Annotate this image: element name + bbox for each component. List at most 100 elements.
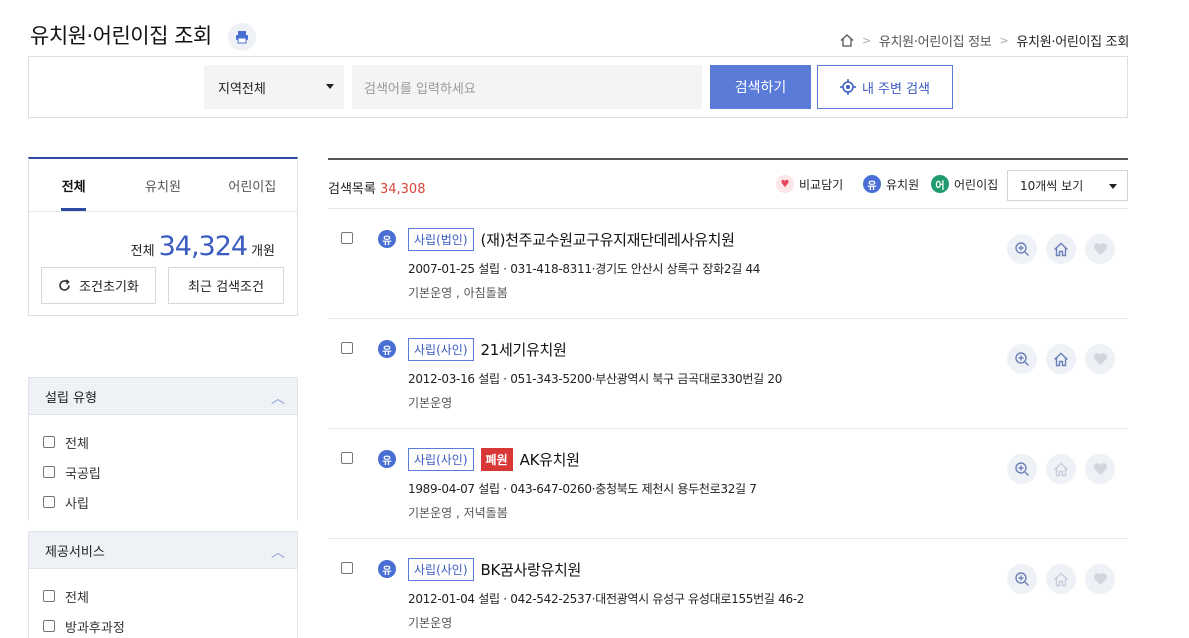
filter-header[interactable]: 설립 유형 ︿ (28, 377, 298, 415)
option-label: 방과후과정 (65, 620, 125, 636)
reset-label: 조건초기화 (79, 280, 139, 295)
facility-name[interactable]: (재)천주교수원교구유지재단데레사유치원 (481, 229, 735, 250)
daycare-icon: 어 (931, 175, 949, 193)
filter-option[interactable]: 전체 (43, 581, 283, 611)
filter-header[interactable]: 제공서비스 ︿ (28, 531, 298, 569)
near-search-button[interactable]: 내 주변 검색 (817, 65, 953, 109)
kindergarten-label: 유치원 (886, 177, 920, 192)
checkbox[interactable] (43, 466, 55, 478)
search-button[interactable]: 검색하기 (710, 65, 811, 109)
kindergarten-icon: 유 (378, 340, 396, 358)
homepage-button[interactable] (1046, 234, 1076, 264)
search-bar: 지역전체 검색어를 입력하세요 검색하기 내 주변 검색 (28, 56, 1128, 118)
homepage-button[interactable] (1046, 344, 1076, 374)
caret-down-icon (1109, 184, 1117, 189)
kindergarten-icon: 유 (378, 230, 396, 248)
closed-badge: 폐원 (480, 448, 513, 471)
facility-meta: 1989-04-07 설립 · 043-647-0260·충청북도 제천시 용두… (408, 482, 757, 496)
heart-icon (1093, 353, 1107, 365)
per-page-value: 10개씩 보기 (1020, 179, 1084, 193)
kindergarten-icon: 유 (863, 175, 881, 193)
facility-name[interactable]: AK유치원 (520, 449, 580, 470)
tab-kindergarten[interactable]: 유치원 (118, 159, 207, 211)
homepage-button[interactable] (1046, 454, 1076, 484)
facility-services: 기본운영 , 저녁돌봄 (408, 506, 508, 520)
filter-option[interactable]: 국공립 (43, 457, 283, 487)
tab-daycare[interactable]: 어린이집 (208, 159, 297, 211)
facility-services: 기본운영 , 아침돌봄 (408, 286, 508, 300)
heart-icon: ♥ (776, 175, 794, 193)
facility-meta: 2012-01-04 설립 · 042-542-2537·대전광역시 유성구 유… (408, 592, 805, 606)
checkbox[interactable] (43, 496, 55, 508)
filter-option[interactable]: 전체 (43, 427, 283, 457)
print-button[interactable] (228, 23, 256, 51)
item-checkbox[interactable] (341, 232, 353, 244)
option-label: 사립 (65, 496, 89, 512)
zoom-in-icon (1015, 352, 1029, 366)
heart-icon (1093, 573, 1107, 585)
checkbox[interactable] (43, 590, 55, 602)
region-select[interactable]: 지역전체 (204, 65, 344, 109)
kindergarten-legend: 유 유치원 (863, 175, 919, 193)
near-search-label: 내 주변 검색 (861, 81, 931, 97)
detail-button[interactable] (1007, 234, 1037, 264)
heart-icon (1093, 243, 1107, 255)
filter-establishment: 설립 유형 ︿ 전체 국공립 사립 (28, 377, 298, 521)
home-icon[interactable] (840, 34, 854, 47)
checkbox[interactable] (43, 620, 55, 632)
per-page-select[interactable]: 10개씩 보기 (1007, 170, 1128, 201)
compare-add-button[interactable] (1085, 344, 1115, 374)
chevron-up-icon: ︿ (271, 391, 285, 407)
crosshair-icon (839, 79, 856, 95)
establishment-badge: 사립(법인) (408, 228, 474, 251)
compare-add-button[interactable] (1085, 454, 1115, 484)
result-count-number: 34,308 (379, 182, 426, 197)
page-title: 유치원·어린이집 조회 (30, 24, 212, 48)
total-count: 전체 34,324 개원 (131, 231, 275, 262)
tab-all[interactable]: 전체 (29, 159, 118, 211)
caret-down-icon (326, 84, 334, 89)
detail-button[interactable] (1007, 564, 1037, 594)
compare-add-button[interactable] (1085, 234, 1115, 264)
list-header: 검색목록 34,308 ♥ 비교담기 유 유치원 어 어린이집 10개씩 보기 (328, 158, 1128, 209)
establishment-badge: 사립(사인) (408, 338, 474, 361)
home-icon (1054, 572, 1068, 586)
daycare-legend: 어 어린이집 (931, 175, 998, 193)
home-icon (1054, 242, 1068, 256)
compare-label: 비교담기 (799, 177, 844, 192)
total-unit: 개원 (251, 244, 275, 259)
reset-button[interactable]: 조건초기화 (41, 267, 156, 304)
item-checkbox[interactable] (341, 452, 353, 464)
filter-services: 제공서비스 ︿ 전체 방과후과정 (28, 531, 298, 638)
kindergarten-icon: 유 (378, 450, 396, 468)
facility-name[interactable]: BK꿈사랑유치원 (481, 559, 582, 580)
filter-option[interactable]: 방과후과정 (43, 611, 283, 638)
kindergarten-icon: 유 (378, 560, 396, 578)
region-select-value: 지역전체 (218, 81, 266, 97)
facility-name[interactable]: 21세기유치원 (481, 339, 567, 360)
type-tabs: 전체 유치원 어린이집 (29, 159, 297, 212)
homepage-button[interactable] (1046, 564, 1076, 594)
chevron-right-icon: > (999, 34, 1009, 47)
detail-button[interactable] (1007, 344, 1037, 374)
summary-panel: 전체 유치원 어린이집 전체 34,324 개원 조건초기화 최근 검색조건 (28, 157, 298, 316)
zoom-in-icon (1015, 462, 1029, 476)
list-item: 유 사립(법인) (재)천주교수원교구유지재단데레사유치원 2007-01-25 설립… (328, 209, 1128, 319)
zoom-in-icon (1015, 572, 1029, 586)
item-checkbox[interactable] (341, 342, 353, 354)
item-checkbox[interactable] (341, 562, 353, 574)
search-input[interactable]: 검색어를 입력하세요 (352, 65, 702, 109)
zoom-in-icon (1015, 242, 1029, 256)
compare-legend[interactable]: ♥ 비교담기 (776, 175, 843, 193)
heart-icon (1093, 463, 1107, 475)
facility-services: 기본운영 (408, 396, 453, 410)
establishment-badge: 사립(사인) (408, 448, 474, 471)
breadcrumb-item[interactable]: 유치원·어린이집 정보 (879, 31, 992, 50)
detail-button[interactable] (1007, 454, 1037, 484)
filter-option[interactable]: 사립 (43, 487, 283, 517)
recent-search-button[interactable]: 최근 검색조건 (168, 267, 284, 304)
checkbox[interactable] (43, 436, 55, 448)
compare-add-button[interactable] (1085, 564, 1115, 594)
total-label: 전체 (130, 244, 155, 259)
facility-meta: 2007-01-25 설립 · 031-418-8311·경기도 안산시 상록구… (408, 262, 761, 276)
